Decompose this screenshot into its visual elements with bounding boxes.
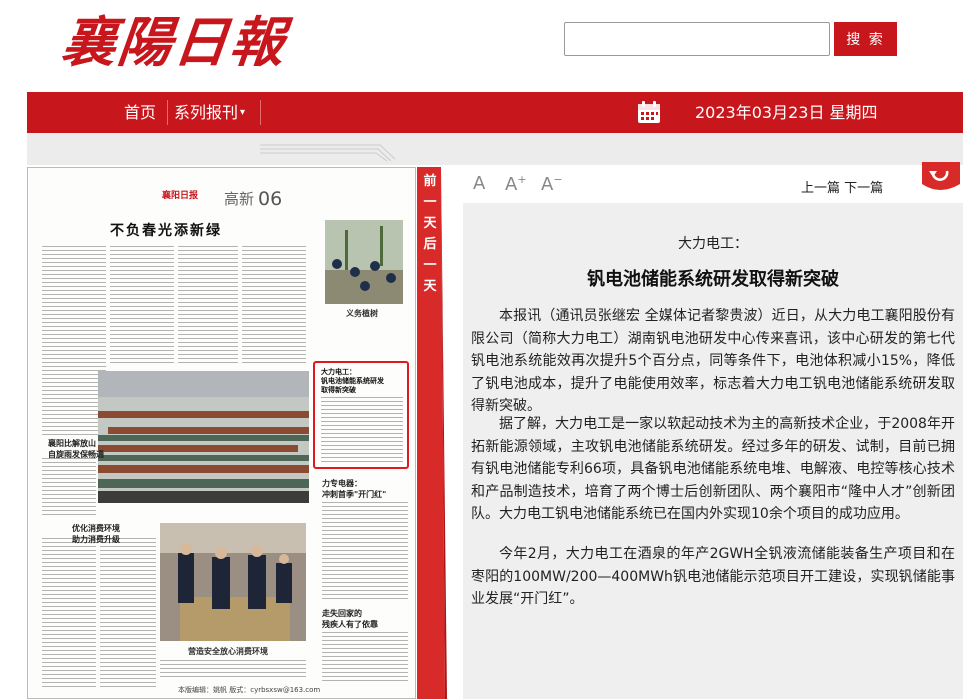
page-number: 06 (258, 188, 283, 210)
nav-divider (260, 100, 261, 125)
rail-yard-photo[interactable] (98, 371, 309, 503)
text-column[interactable] (42, 246, 106, 436)
text-column[interactable] (110, 246, 174, 366)
text-column[interactable] (160, 660, 306, 680)
font-decrease-button[interactable]: A− (541, 173, 563, 195)
selected-article-title: 大力电工： 钒电池储能系统研发 取得新突破 (321, 368, 384, 394)
plus-icon: + (517, 173, 527, 186)
nav-series-label: 系列报刊 (174, 103, 239, 122)
day-navigation-tab[interactable]: 前一天后一天 (417, 167, 447, 699)
text-column[interactable] (100, 538, 156, 688)
photo-caption: 营造安全放心消费环境 (188, 647, 268, 656)
font-increase-button[interactable]: A+ (505, 173, 527, 195)
market-inspection-photo[interactable] (160, 523, 306, 641)
newspaper-page[interactable]: 襄阳日报 高新 06 不负春光添新绿 义务植树 襄阳比解放山 自旋雨发保畅通 优… (27, 167, 416, 699)
paper-stack-decoration (260, 144, 396, 161)
prev-next-day-label[interactable]: 前一天后一天 (420, 171, 440, 297)
site-logo[interactable]: 襄陽日報 (58, 4, 296, 80)
text-column[interactable] (322, 632, 408, 684)
article-subhead[interactable]: 优化消费环境 助力消费升级 (72, 523, 120, 545)
article-paragraph: 本报讯（通讯员张继宏 全媒体记者黎贵波）近日，从大力电工襄阳股份有限公司（简称大… (471, 308, 955, 414)
nav-divider (167, 100, 168, 125)
font-default-button[interactable]: A (473, 173, 485, 194)
article-subhead[interactable]: 襄阳比解放山 自旋雨发保畅通 (48, 438, 104, 460)
text-column[interactable] (178, 246, 238, 366)
text-column[interactable] (42, 538, 96, 688)
page-brand: 襄阳日报 (162, 191, 199, 201)
article-paragraph: 今年2月，大力电工在酒泉的年产2GWH全钒液流储能装备生产项目和在枣阳的100M… (471, 546, 955, 607)
text-column[interactable] (42, 458, 96, 518)
nav-series-dropdown[interactable]: 系列报刊 ▾ (174, 92, 245, 133)
paper-edge-decoration (27, 133, 963, 165)
tree-planting-photo[interactable] (325, 220, 403, 304)
photo-caption: 义务植树 (346, 309, 378, 318)
font-decrease-letter: A (541, 174, 554, 195)
article-subhead[interactable]: 走失回家的 残疾人有了依靠 (322, 608, 378, 630)
chevron-down-icon: ▾ (240, 107, 246, 118)
prev-next-article-links[interactable]: 上一篇 下一篇 (801, 177, 883, 196)
article-paragraph: 据了解，大力电工是一家以软起动技术为主的高新技术企业，于2008年开拓新能源领域… (471, 416, 955, 522)
search-input[interactable] (564, 22, 830, 56)
selected-article-text (321, 397, 403, 463)
page-footer: 本版编辑：姚帆 版式：cyrbsxsw@163.com (178, 686, 321, 694)
main-nav: 首页 系列报刊 ▾ 2023年03月23日 星期四 (27, 92, 963, 133)
article-toolbar: A A+ A− 上一篇 下一篇 (463, 167, 963, 203)
nav-home-link[interactable]: 首页 (124, 92, 156, 133)
page-headline[interactable]: 不负春光添新绿 (110, 220, 222, 240)
text-column[interactable] (242, 246, 306, 366)
selected-article-box[interactable]: 大力电工： 钒电池储能系统研发 取得新突破 (313, 361, 409, 469)
current-date: 2023年03月23日 星期四 (695, 103, 878, 122)
minus-icon: − (553, 173, 563, 186)
return-arrow-icon[interactable] (920, 162, 960, 192)
article-title: 钒电池储能系统研发取得新突破 (587, 269, 839, 290)
search-button[interactable]: 搜 索 (834, 22, 897, 56)
article-panel: 大力电工： 钒电池储能系统研发取得新突破 本报讯（通讯员张继宏 全媒体记者黎贵波… (463, 203, 963, 699)
page-section: 高新 (224, 190, 255, 208)
article-subhead[interactable]: 力专电器： 冲刺首季"开门红" (322, 478, 386, 500)
font-increase-letter: A (505, 174, 518, 195)
article-kicker: 大力电工： (678, 236, 748, 252)
calendar-icon[interactable] (637, 101, 661, 124)
text-column[interactable] (322, 502, 408, 602)
